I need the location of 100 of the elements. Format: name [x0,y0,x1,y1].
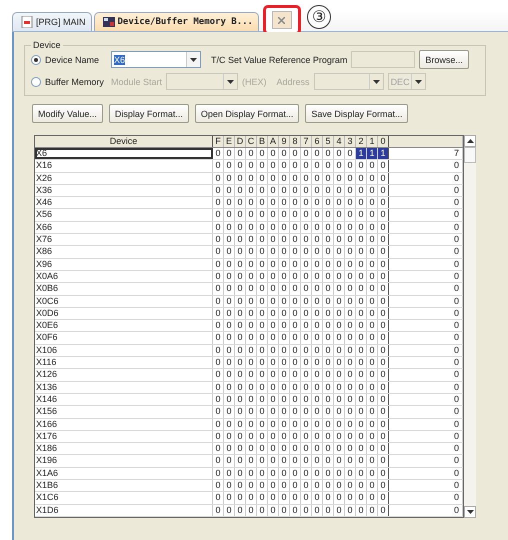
column-header: 9 [279,136,290,147]
bit-cell: 0 [213,197,224,208]
column-header: D [235,136,246,147]
device-cell: X0C6 [35,296,213,307]
bit-cell: 0 [224,480,235,492]
bit-cell: 0 [312,148,323,160]
bit-cell: 0 [323,468,334,480]
bit-cell: 0 [334,492,345,504]
bit-cell: 0 [213,296,224,307]
bit-cell: 0 [334,209,345,221]
bit-cell: 0 [213,504,224,516]
scroll-down-button[interactable] [464,506,476,518]
bit-cell: 0 [367,246,378,258]
bit-cell: 0 [224,430,235,442]
bit-cell: 0 [224,234,235,246]
toolbar-button[interactable]: Modify Value... [32,104,103,123]
bit-cell: 0 [356,246,367,258]
bit-cell: 0 [290,332,301,344]
bit-cell: 0 [246,197,257,208]
bit-cell: 0 [356,184,367,196]
bit-cell: 0 [213,270,224,282]
bit-cell: 0 [235,320,246,332]
column-header: 7 [301,136,312,147]
bit-cell: 0 [246,283,257,295]
address-combo[interactable] [314,73,384,90]
program-field[interactable] [351,51,416,68]
bit-cell: 0 [312,258,323,270]
scrollbar[interactable] [464,135,476,518]
browse-button[interactable]: Browse... [419,50,469,69]
scroll-up-button[interactable] [464,135,476,147]
bit-cell: 0 [345,197,356,208]
bit-cell: 0 [323,320,334,332]
bit-cell: 1 [367,148,378,160]
bit-cell: 0 [356,320,367,332]
bit-cell: 0 [367,344,378,356]
bit-cell: 0 [290,369,301,381]
bit-cell: 0 [268,480,279,492]
bit-cell: 0 [235,258,246,270]
toolbar-button[interactable]: Save Display Format... [305,104,408,123]
bit-cell: 0 [378,443,389,454]
value-cell: 0 [389,258,463,270]
bit-cell: 0 [301,382,312,393]
bit-cell: 0 [213,369,224,381]
bit-cell: 0 [323,283,334,295]
bit-cell: 0 [312,406,323,418]
bit-cell: 0 [312,480,323,492]
toolbar-button[interactable]: Display Format... [108,104,189,123]
module-start-combo[interactable] [166,73,238,90]
bit-cell: 0 [224,283,235,295]
bit-cell: 0 [378,418,389,430]
bit-cell: 0 [345,430,356,442]
bit-cell: 0 [279,418,290,430]
close-button[interactable] [272,11,292,29]
bit-cell: 0 [246,492,257,504]
device-cell: X146 [35,394,213,406]
device-name-radio[interactable]: Device Name [31,54,107,64]
bit-cell: 0 [213,382,224,393]
device-cell: X136 [35,382,213,393]
bit-cell: 0 [268,455,279,467]
bit-cell: 0 [301,197,312,208]
bit-cell: 0 [323,246,334,258]
document-tab[interactable]: [PRG] MAIN [12,12,92,31]
bit-cell: 0 [301,172,312,184]
value-cell: 0 [389,382,463,393]
bit-cell: 0 [246,443,257,454]
bit-cell: 0 [235,430,246,442]
bit-cell: 0 [301,357,312,368]
bit-cell: 0 [235,344,246,356]
buffer-memory-radio[interactable]: Buffer Memory [31,76,107,86]
bit-cell: 0 [301,480,312,492]
scroll-thumb[interactable] [464,147,476,163]
bit-cell: 0 [334,296,345,307]
device-cell: X116 [35,357,213,368]
bit-cell: 0 [367,504,378,516]
field-label: Module Start [111,76,162,86]
toolbar-button[interactable]: Open Display Format... [194,104,300,123]
document-tab[interactable]: Device/Buffer Memory B... [94,12,259,31]
bit-cell: 0 [312,320,323,332]
bit-cell: 0 [378,504,389,516]
bit-cell: 0 [378,160,389,172]
bit-cell: 0 [257,394,268,406]
bit-cell: 0 [290,222,301,234]
bit-cell: 0 [345,320,356,332]
bit-cell: 0 [290,492,301,504]
bit-cell: 0 [235,296,246,307]
bit-cell: 0 [345,172,356,184]
bit-cell: 0 [224,332,235,344]
bit-cell: 0 [312,504,323,516]
bit-cell: 0 [213,246,224,258]
device-name-combo[interactable]: X6 [111,51,201,68]
bit-cell: 0 [312,184,323,196]
bit-cell: 0 [323,430,334,442]
bit-cell: 0 [268,234,279,246]
bit-cell: 0 [213,492,224,504]
bit-cell: 0 [235,468,246,480]
bit-cell: 0 [257,492,268,504]
bit-cell: 0 [279,344,290,356]
bit-cell: 0 [345,258,356,270]
bit-cell: 0 [312,222,323,234]
bit-cell: 0 [334,270,345,282]
